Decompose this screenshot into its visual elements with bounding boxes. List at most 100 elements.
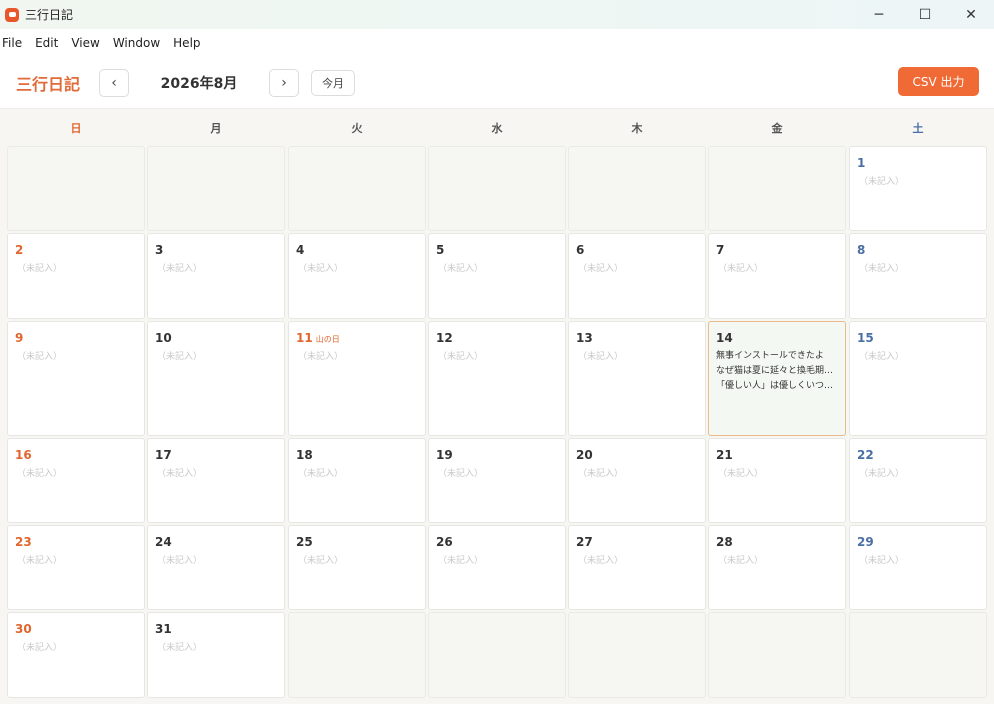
day-cell[interactable]: 27 （未記入） — [568, 525, 706, 610]
current-month-label: 2026年8月 — [160, 75, 238, 92]
day-number: 20 — [576, 448, 593, 462]
day-cell[interactable]: 8 （未記入） — [849, 233, 987, 319]
day-cell-today[interactable]: 14 無事インストールできたよ なぜ猫は夏に延々と換毛期… 「優しい人」は優しくいつづ… — [708, 321, 846, 436]
day-cell[interactable]: 5 （未記入） — [428, 233, 566, 319]
weekday-label: 火 — [351, 122, 363, 135]
day-number: 9 — [15, 331, 24, 345]
day-cell[interactable]: 22 （未記入） — [849, 438, 987, 523]
maximize-icon[interactable]: ☐ — [902, 0, 948, 29]
holiday-label: 山の日 — [315, 335, 340, 344]
day-number: 27 — [576, 535, 593, 549]
menu-bar: File Edit View Window Help — [0, 29, 994, 57]
day-number: 21 — [716, 448, 733, 462]
close-icon[interactable]: ✕ — [948, 0, 994, 29]
empty-day-cell — [568, 612, 706, 698]
diary-entry-line: 無事インストールできたよ — [716, 351, 824, 361]
empty-entry-placeholder: （未記入） — [578, 469, 624, 479]
day-cell[interactable]: 26 （未記入） — [428, 525, 566, 610]
menu-view[interactable]: View — [71, 36, 105, 50]
empty-entry-placeholder: （未記入） — [298, 264, 344, 274]
empty-entry-placeholder: （未記入） — [859, 352, 905, 362]
day-cell[interactable]: 24 （未記入） — [147, 525, 285, 610]
day-cell[interactable]: 4 （未記入） — [288, 233, 426, 319]
day-number: 12 — [436, 331, 453, 345]
day-number: 16 — [15, 448, 32, 462]
day-number: 23 — [15, 535, 32, 549]
day-number: 26 — [436, 535, 453, 549]
day-cell[interactable]: 6 （未記入） — [568, 233, 706, 319]
day-cell[interactable]: 1 （未記入） — [849, 146, 987, 231]
this-month-button[interactable]: 今月 — [311, 69, 355, 96]
day-number: 10 — [155, 331, 172, 345]
empty-entry-placeholder: （未記入） — [157, 556, 203, 566]
weekday-label: 木 — [631, 122, 643, 135]
empty-entry-placeholder: （未記入） — [17, 469, 63, 479]
minimize-icon[interactable]: ─ — [856, 0, 902, 29]
day-cell[interactable]: 31 （未記入） — [147, 612, 285, 698]
day-cell[interactable]: 17 （未記入） — [147, 438, 285, 523]
day-cell[interactable]: 15 （未記入） — [849, 321, 987, 436]
day-number: 6 — [576, 243, 585, 257]
empty-day-cell — [568, 146, 706, 231]
day-cell[interactable]: 9 （未記入） — [7, 321, 145, 436]
empty-day-cell — [428, 146, 566, 231]
menu-edit[interactable]: Edit — [35, 36, 64, 50]
day-number: 25 — [296, 535, 313, 549]
weekday-label: 土 — [912, 122, 924, 135]
day-cell[interactable]: 10 （未記入） — [147, 321, 285, 436]
day-cell[interactable]: 11 山の日 （未記入） — [288, 321, 426, 436]
next-month-button[interactable]: › — [269, 68, 299, 97]
day-cell[interactable]: 13 （未記入） — [568, 321, 706, 436]
prev-month-button[interactable]: ‹ — [99, 68, 129, 97]
empty-entry-placeholder: （未記入） — [157, 352, 203, 362]
menu-window[interactable]: Window — [113, 36, 166, 50]
empty-entry-placeholder: （未記入） — [438, 352, 484, 362]
app-brand: 三行日記 — [16, 74, 81, 94]
day-number: 13 — [576, 331, 593, 345]
diary-entry-line: なぜ猫は夏に延々と換毛期… — [716, 366, 834, 376]
day-number: 5 — [436, 243, 445, 257]
day-number: 14 — [716, 331, 733, 345]
weekday-header-row: 日月火水木金土 — [7, 120, 987, 144]
empty-entry-placeholder: （未記入） — [17, 556, 63, 566]
day-number: 22 — [857, 448, 874, 462]
weekday-label: 金 — [771, 122, 783, 135]
day-cell[interactable]: 30 （未記入） — [7, 612, 145, 698]
day-cell[interactable]: 16 （未記入） — [7, 438, 145, 523]
empty-entry-placeholder: （未記入） — [438, 556, 484, 566]
empty-day-cell — [288, 612, 426, 698]
day-cell[interactable]: 28 （未記入） — [708, 525, 846, 610]
day-number: 24 — [155, 535, 172, 549]
day-cell[interactable]: 20 （未記入） — [568, 438, 706, 523]
empty-entry-placeholder: （未記入） — [438, 469, 484, 479]
empty-entry-placeholder: （未記入） — [718, 264, 764, 274]
empty-entry-placeholder: （未記入） — [859, 177, 905, 187]
day-cell[interactable]: 21 （未記入） — [708, 438, 846, 523]
day-number: 17 — [155, 448, 172, 462]
empty-entry-placeholder: （未記入） — [578, 556, 624, 566]
day-number: 8 — [857, 243, 866, 257]
day-number: 28 — [716, 535, 733, 549]
diary-entry-line: 「優しい人」は優しくいつづけ… — [716, 381, 838, 391]
empty-entry-placeholder: （未記入） — [578, 352, 624, 362]
csv-export-button[interactable]: CSV 出力 — [898, 67, 979, 96]
empty-day-cell — [428, 612, 566, 698]
day-cell[interactable]: 12 （未記入） — [428, 321, 566, 436]
day-number: 19 — [436, 448, 453, 462]
empty-entry-placeholder: （未記入） — [859, 469, 905, 479]
day-cell[interactable]: 2 （未記入） — [7, 233, 145, 319]
menu-help[interactable]: Help — [173, 36, 206, 50]
day-cell[interactable]: 18 （未記入） — [288, 438, 426, 523]
empty-entry-placeholder: （未記入） — [17, 264, 63, 274]
day-cell[interactable]: 29 （未記入） — [849, 525, 987, 610]
day-cell[interactable]: 19 （未記入） — [428, 438, 566, 523]
day-cell[interactable]: 3 （未記入） — [147, 233, 285, 319]
menu-file[interactable]: File — [2, 36, 28, 50]
empty-entry-placeholder: （未記入） — [859, 556, 905, 566]
day-cell[interactable]: 7 （未記入） — [708, 233, 846, 319]
day-cell[interactable]: 25 （未記入） — [288, 525, 426, 610]
day-cell[interactable]: 23 （未記入） — [7, 525, 145, 610]
empty-entry-placeholder: （未記入） — [578, 264, 624, 274]
weekday-label: 水 — [491, 122, 503, 135]
empty-day-cell — [288, 146, 426, 231]
